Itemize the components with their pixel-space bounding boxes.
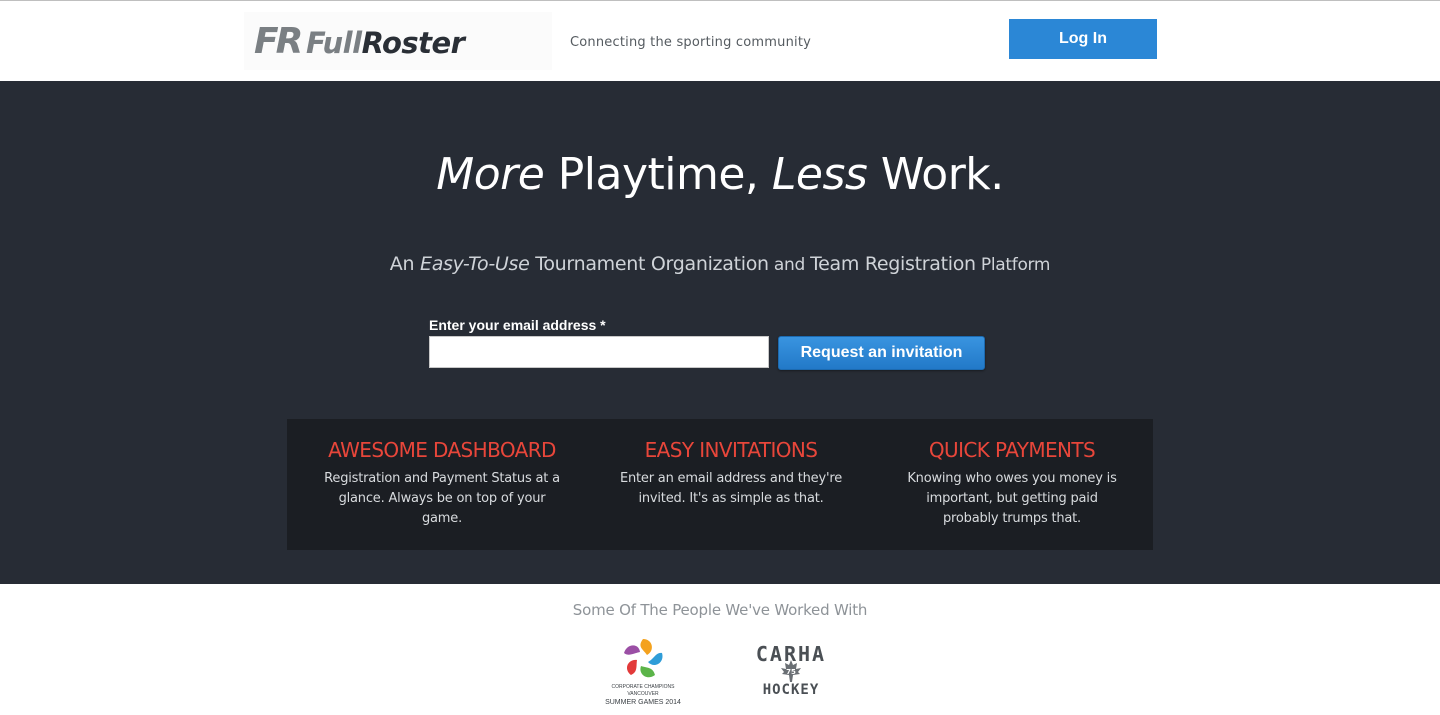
hero-subtitle-and: and — [768, 255, 811, 275]
feature-description: Registration and Payment Status at a gla… — [324, 471, 560, 526]
fullroster-logo[interactable]: FR FullRoster — [244, 12, 552, 70]
hero-title-less: Less — [771, 149, 868, 200]
tagline: Connecting the sporting community — [570, 35, 812, 50]
maple-leaf-icon: 75 — [781, 660, 801, 682]
hero-title-more: More — [436, 149, 545, 200]
top-header: FR FullRoster Connecting the sporting co… — [0, 0, 1440, 81]
feature-invitations: EASY INVITATIONS Enter an email address … — [603, 437, 859, 509]
hero-title-work: Work. — [867, 149, 1004, 200]
logo-mark: FR — [254, 21, 303, 62]
carha-hockey-logo: CARHA 75 HOCKEY — [746, 638, 836, 702]
hero-subtitle-tournament: Tournament Organization — [529, 253, 769, 275]
feature-title: QUICK PAYMENTS — [928, 438, 1096, 462]
feature-description: Knowing who owes you money is important,… — [907, 471, 1117, 526]
logo-word-full: Full — [306, 26, 362, 60]
logo-wordmark: FullRoster — [306, 25, 465, 61]
hero-section: More Playtime, Less Work. An Easy-To-Use… — [0, 81, 1440, 584]
hero-subtitle-platform: Platform — [975, 255, 1051, 275]
carha-badge: 75 — [786, 668, 796, 676]
logo-word-roster: Roster — [361, 26, 465, 60]
feature-description: Enter an email address and they're invit… — [619, 471, 842, 506]
corporate-champions-caption: CORPORATE CHAMPIONS VANCOUVER SUMMER GAM… — [597, 684, 689, 706]
ccg-line-1: CORPORATE CHAMPIONS VANCOUVER — [611, 684, 675, 697]
partners-heading: Some Of The People We've Worked With — [572, 601, 868, 619]
hero-subtitle-easy: Easy-To-Use — [419, 253, 530, 275]
hero-subtitle-an: An — [389, 253, 420, 275]
corporate-champions-logo: CORPORATE CHAMPIONS VANCOUVER SUMMER GAM… — [597, 636, 689, 706]
features-panel: AWESOME DASHBOARD Registration and Payme… — [287, 419, 1153, 550]
carha-hockey-text: HOCKEY — [762, 682, 820, 698]
request-invitation-button[interactable]: Request an invitation — [778, 336, 985, 370]
feature-title: EASY INVITATIONS — [644, 438, 818, 462]
email-label: Enter your email address * — [429, 317, 606, 333]
feature-dashboard: AWESOME DASHBOARD Registration and Payme… — [317, 437, 567, 529]
login-button[interactable]: Log In — [1009, 19, 1157, 59]
hero-subtitle-team: Team Registration — [810, 253, 976, 275]
ccg-line-2: SUMMER GAMES 2014 — [605, 699, 681, 706]
hero-subtitle: An Easy-To-Use Tournament Organization a… — [0, 251, 1440, 278]
summer-games-pinwheel-icon — [624, 639, 663, 678]
hero-title: More Playtime, Less Work. — [0, 147, 1440, 203]
feature-payments: QUICK PAYMENTS Knowing who owes you mone… — [897, 437, 1127, 529]
hero-title-playtime: Playtime, — [544, 149, 772, 200]
email-input[interactable] — [429, 336, 769, 368]
feature-title: AWESOME DASHBOARD — [328, 438, 556, 462]
